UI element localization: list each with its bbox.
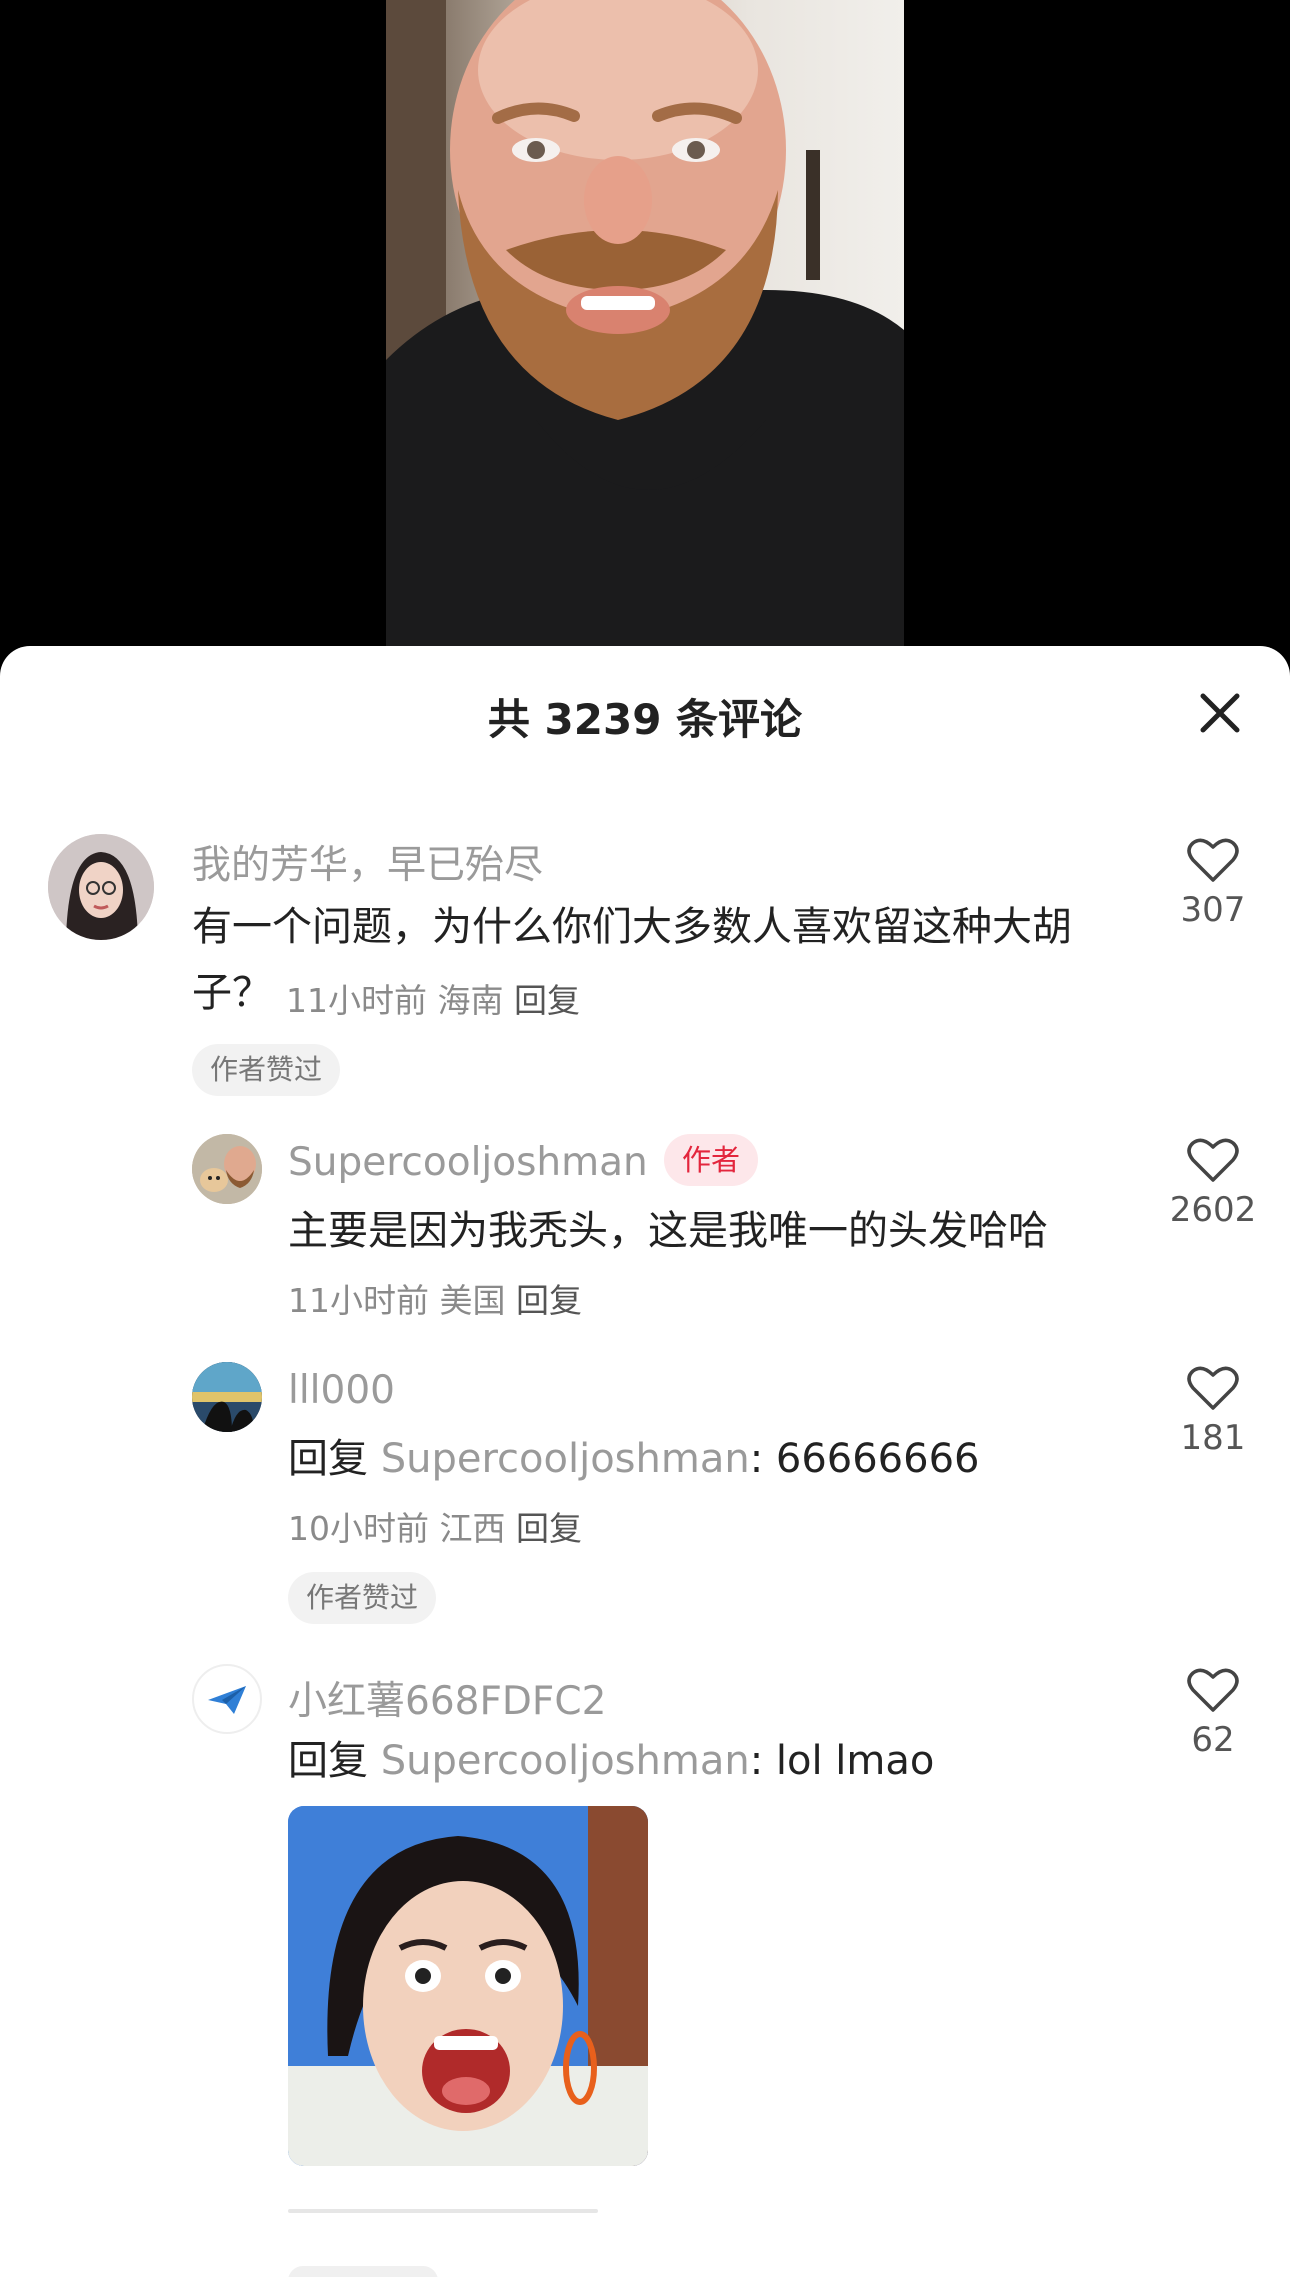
avatar[interactable]	[48, 834, 154, 940]
reply-button[interactable]: 回复	[516, 1281, 582, 1320]
video-player[interactable]	[0, 0, 1290, 660]
comment-username[interactable]: 小红薯668FDFC2	[288, 1670, 606, 1726]
comment-image[interactable]	[288, 1806, 648, 2166]
author-liked-tag: 作者赞过	[192, 1044, 341, 1096]
more-indicator	[288, 2266, 438, 2277]
reply-target-username[interactable]: Supercooljoshman	[381, 1436, 750, 1482]
author-badge: 作者	[664, 1134, 759, 1186]
like-count: 62	[1191, 1720, 1235, 1760]
avatar[interactable]	[192, 1134, 262, 1204]
comment-text: 回复 Supercooljoshman: lol lmao	[288, 1728, 1128, 1794]
like-button[interactable]: 181	[1148, 1364, 1278, 1458]
reply-prefix: 回复	[288, 1436, 381, 1482]
comments-sheet: 共 3239 条评论 我的芳华，早已殆尽 有一个问题，为什么你们大多数人喜欢留这…	[0, 646, 1290, 2277]
meme-image	[288, 1806, 648, 2166]
comment-location: 江西	[439, 1509, 506, 1548]
comment-text: 主要是因为我秃头，这是我唯一的头发哈哈	[288, 1208, 1048, 1254]
video-still-image	[386, 0, 904, 660]
heart-outline-icon	[1187, 1138, 1239, 1182]
comment-text: 回复 Supercooljoshman: 66666666	[288, 1426, 1128, 1492]
reply-target-username[interactable]: Supercooljoshman	[381, 1738, 750, 1784]
video-frame	[386, 0, 904, 660]
loading-divider	[288, 2209, 598, 2213]
like-count: 181	[1180, 1418, 1246, 1458]
heart-outline-icon	[1187, 1366, 1239, 1410]
reply-text: : 66666666	[749, 1436, 980, 1482]
comment-meta: 10小时前 江西 回复	[288, 1502, 582, 1550]
close-icon	[1200, 693, 1240, 733]
author-liked-tag: 作者赞过	[288, 1572, 437, 1624]
avatar-image	[192, 1134, 262, 1204]
like-button[interactable]: 2602	[1148, 1136, 1278, 1230]
reply-button[interactable]: 回复	[516, 1509, 582, 1548]
comment-time: 10小时前	[288, 1509, 429, 1548]
comment-username[interactable]: lll000	[288, 1368, 395, 1413]
close-button[interactable]	[1195, 688, 1245, 738]
comment-meta: 11小时前 海南 回复	[286, 974, 580, 1022]
heart-outline-icon	[1187, 838, 1239, 882]
reply-button[interactable]: 回复	[514, 981, 580, 1020]
comment-location: 海南	[437, 981, 504, 1020]
like-count: 307	[1180, 890, 1246, 930]
comment-location: 美国	[439, 1281, 506, 1320]
reply-text: : lol lmao	[749, 1738, 935, 1784]
like-button[interactable]: 62	[1148, 1666, 1278, 1760]
like-button[interactable]: 307	[1148, 836, 1278, 930]
comment-time: 11小时前	[288, 1281, 429, 1320]
comment-username[interactable]: 我的芳华，早已殆尽	[192, 834, 543, 890]
comment-time: 11小时前	[286, 981, 427, 1020]
like-count: 2602	[1169, 1190, 1257, 1230]
comment-meta: 11小时前 美国 回复	[288, 1274, 582, 1322]
heart-outline-icon	[1187, 1668, 1239, 1712]
avatar[interactable]	[192, 1664, 262, 1734]
avatar-image	[48, 834, 154, 940]
paper-plane-icon	[208, 1686, 246, 1714]
avatar[interactable]	[192, 1362, 262, 1432]
avatar-image	[192, 1362, 262, 1432]
reply-prefix: 回复	[288, 1738, 381, 1784]
comment-username[interactable]: Supercooljoshman	[288, 1140, 648, 1185]
comments-count-title: 共 3239 条评论	[487, 695, 803, 744]
